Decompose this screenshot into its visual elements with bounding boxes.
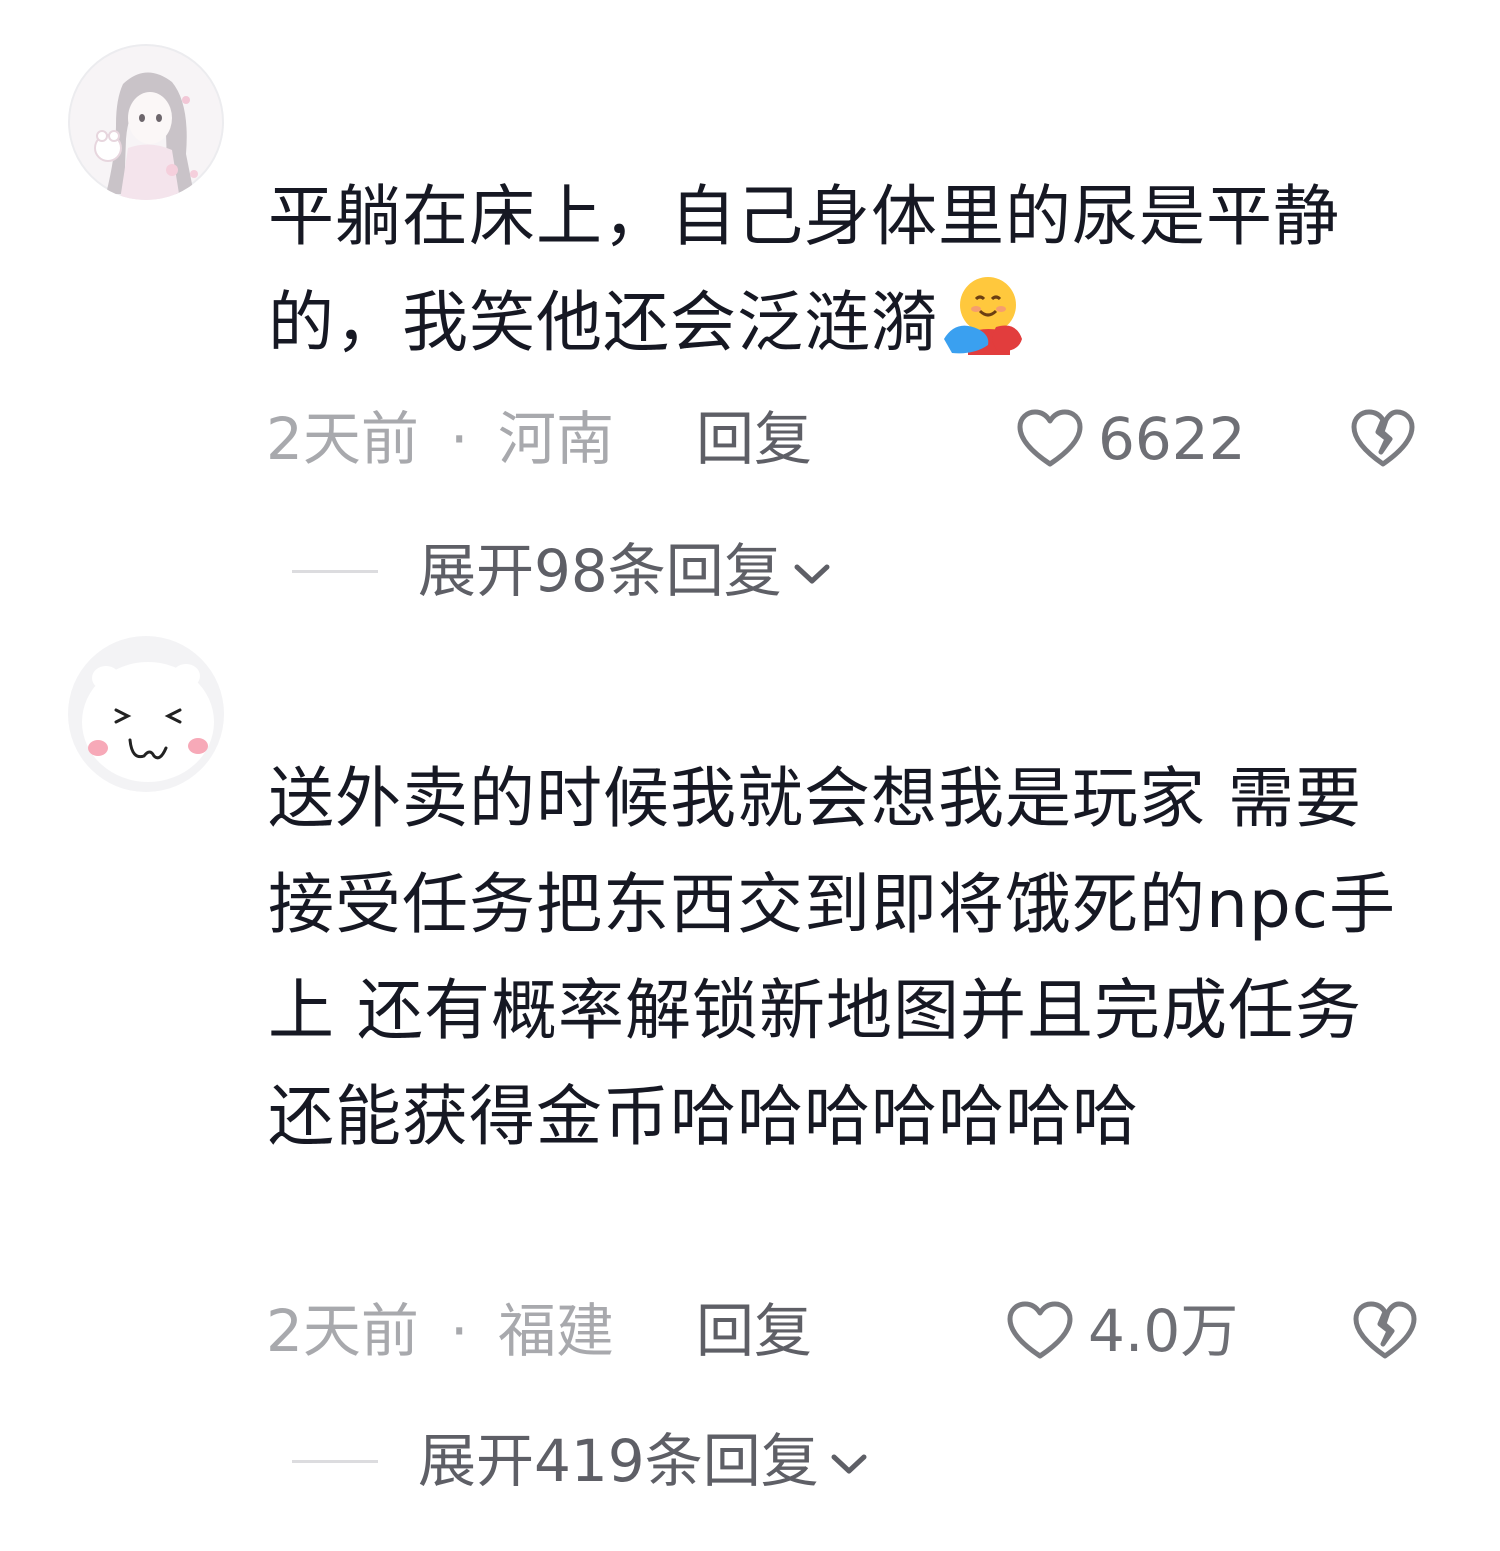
comment-text: 平躺在床上，自己身体里的尿是平静的，我笑他还会泛涟漪 bbox=[268, 164, 1428, 376]
meta-separator: · bbox=[450, 405, 469, 473]
expand-replies-button[interactable]: 展开419条回复 bbox=[292, 1426, 869, 1496]
comment-location: 河南 bbox=[498, 405, 615, 473]
comment-item: 平躺在床上，自己身体里的尿是平静的，我笑他还会泛涟漪 2天前 · 河南 回复 6… bbox=[0, 0, 1500, 620]
like-button[interactable]: 4.0万 bbox=[1006, 1296, 1238, 1366]
avatar[interactable] bbox=[68, 44, 224, 200]
avatar[interactable] bbox=[68, 636, 224, 792]
reply-button[interactable]: 回复 bbox=[696, 404, 812, 474]
heart-icon bbox=[1007, 1301, 1073, 1359]
broken-heart-icon[interactable] bbox=[1350, 408, 1416, 470]
comment-time: 2天前 bbox=[266, 1297, 419, 1365]
divider-line bbox=[292, 1459, 378, 1463]
expand-replies-label: 展开419条回复 bbox=[418, 1427, 819, 1495]
comment-item: 送外卖的时候我就会想我是玩家 需要接受任务把东西交到即将饿死的npc手上 还有概… bbox=[0, 620, 1500, 1551]
comment-time: 2天前 bbox=[266, 405, 419, 473]
reply-button[interactable]: 回复 bbox=[696, 1296, 812, 1366]
anime-girl-avatar-icon bbox=[68, 44, 224, 200]
comment-meta: 2天前 · 河南 回复 6622 bbox=[266, 404, 1446, 474]
comment-body: 平躺在床上，自己身体里的尿是平静的，我笑他还会泛涟漪 bbox=[268, 178, 1340, 361]
comment-meta: 2天前 · 福建 回复 4.0万 bbox=[266, 1296, 1446, 1366]
like-count: 6622 bbox=[1098, 405, 1246, 473]
meta-separator: · bbox=[450, 1297, 469, 1365]
like-button[interactable]: 6622 bbox=[1016, 404, 1246, 474]
chevron-down-icon bbox=[794, 564, 830, 584]
like-count: 4.0万 bbox=[1088, 1297, 1239, 1365]
broken-heart-icon[interactable] bbox=[1352, 1300, 1418, 1362]
comment-text: 送外卖的时候我就会想我是玩家 需要接受任务把东西交到即将饿死的npc手上 还有概… bbox=[268, 760, 1397, 1155]
white-hamster-avatar-icon bbox=[68, 636, 224, 792]
chevron-down-icon bbox=[831, 1454, 867, 1474]
hugging-face-emoji-icon bbox=[944, 277, 1022, 355]
comment-location: 福建 bbox=[498, 1297, 615, 1365]
divider-line bbox=[292, 569, 378, 573]
heart-icon bbox=[1017, 409, 1083, 467]
expand-replies-label: 展开98条回复 bbox=[418, 537, 782, 605]
expand-replies-button[interactable]: 展开98条回复 bbox=[292, 536, 832, 606]
